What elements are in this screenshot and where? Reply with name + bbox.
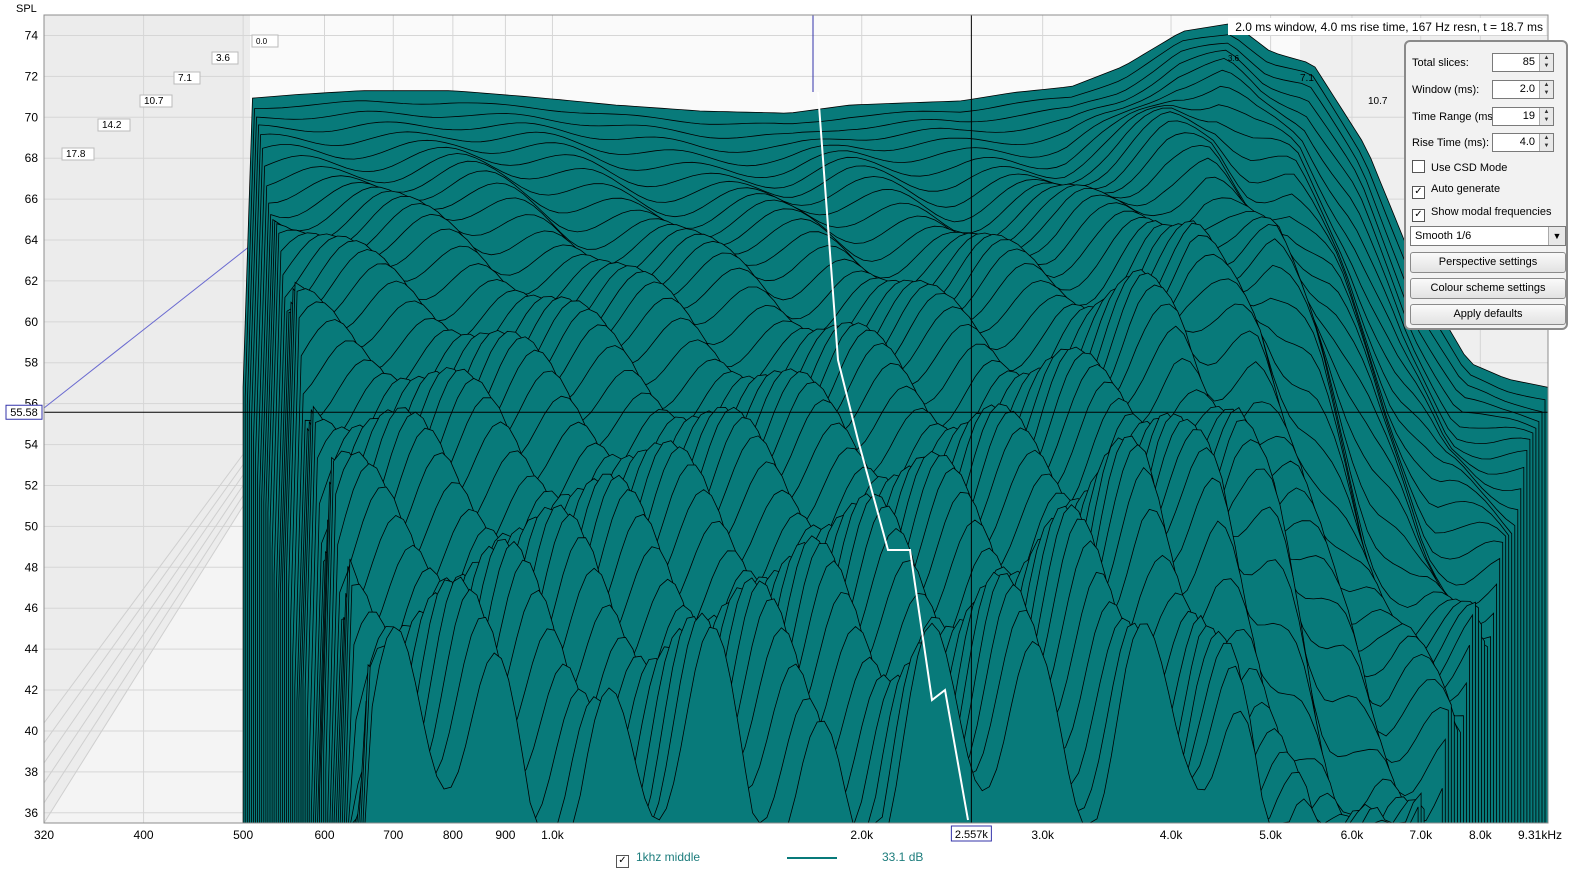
x-tick-label: 6.0k [1341, 828, 1365, 842]
x-tick-label: 400 [134, 828, 154, 842]
x-tick-label: 500 [233, 828, 253, 842]
time-label-left: 17.8 [66, 149, 86, 160]
smoothing-value: Smooth 1/6 [1415, 230, 1472, 242]
x-tick-label: 600 [314, 828, 334, 842]
time-label-left: 0.0 [256, 37, 268, 46]
show-modal-checkbox[interactable]: ✓ Show modal frequencies [1412, 206, 1551, 222]
x-tick-label: 5.0k [1259, 828, 1283, 842]
legend-checkbox[interactable]: ✓ [616, 850, 629, 868]
legend-line-swatch [787, 857, 837, 859]
y-tick-label: 66 [25, 192, 39, 206]
x-tick-label: 1.0k [541, 828, 565, 842]
decay-slices [242, 23, 1549, 824]
perspective-settings-button[interactable]: Perspective settings [1410, 252, 1566, 273]
total-slices-label: Total slices: [1412, 57, 1469, 69]
time-label-right: 3.6 [1228, 54, 1240, 63]
x-tick-label: 900 [495, 828, 515, 842]
y-tick-label: 40 [25, 724, 39, 738]
checkmark-icon[interactable]: ✓ [1412, 186, 1425, 199]
total-slices-stepper[interactable]: 85 ▲ ▼ [1492, 53, 1554, 72]
x-tick-label: 7.0k [1409, 828, 1433, 842]
freq-cursor-label: 2.557k [955, 829, 989, 841]
y-tick-label: 60 [25, 315, 39, 329]
y-tick-label: 54 [25, 438, 39, 452]
y-tick-label: 36 [25, 806, 39, 820]
x-tick-label: 4.0k [1160, 828, 1184, 842]
y-tick-label: 48 [25, 560, 39, 574]
checkmark-icon[interactable]: ✓ [1412, 209, 1425, 222]
time-label-left: 10.7 [144, 96, 164, 107]
waterfall-chart[interactable]: 7472706866646260585654525048464442403836… [0, 0, 1592, 886]
header-text: 2.0 ms window, 4.0 ms rise time, 167 Hz … [1235, 20, 1543, 34]
auto-generate-checkbox[interactable]: ✓ Auto generate [1412, 183, 1500, 199]
y-tick-label: 44 [25, 642, 39, 656]
smoothing-select[interactable]: Smooth 1/6 ▼ [1410, 226, 1566, 246]
spin-arrows-icon[interactable]: ▲ ▼ [1539, 134, 1553, 151]
time-label-left: 3.6 [216, 53, 230, 64]
control-panel: Total slices: 85 ▲ ▼ Window (ms): 2.0 ▲ ▼ … [1404, 40, 1568, 330]
y-tick-label: 68 [25, 151, 39, 165]
window-stepper[interactable]: 2.0 ▲ ▼ [1492, 80, 1554, 99]
chevron-down-icon[interactable]: ▼ [1548, 227, 1565, 245]
rise-time-stepper[interactable]: 4.0 ▲ ▼ [1492, 133, 1554, 152]
y-tick-label: 74 [25, 28, 39, 42]
y-tick-label: 58 [25, 356, 39, 370]
x-tick-label: 800 [443, 828, 463, 842]
rise-time-label: Rise Time (ms): [1412, 137, 1489, 149]
window-value: 2.0 [1519, 83, 1535, 95]
time-range-stepper[interactable]: 19 ▲ ▼ [1492, 107, 1554, 126]
time-label-left: 14.2 [102, 120, 122, 131]
x-tick-label: 8.0k [1469, 828, 1493, 842]
legend-series-name: 1khz middle [636, 850, 701, 864]
spin-arrows-icon[interactable]: ▲ ▼ [1539, 81, 1553, 98]
y-tick-label: 38 [25, 765, 39, 779]
time-label-right: 7.1 [1300, 73, 1314, 84]
x-tick-label: 700 [383, 828, 403, 842]
time-label-left: 7.1 [178, 73, 192, 84]
spin-arrows-icon[interactable]: ▲ ▼ [1539, 54, 1553, 71]
y-tick-label: 72 [25, 69, 39, 83]
y-tick-label: 62 [25, 274, 39, 288]
y-tick-label: 52 [25, 478, 39, 492]
csd-mode-checkbox[interactable]: Use CSD Mode [1412, 160, 1507, 174]
window-label: Window (ms): [1412, 84, 1480, 96]
y-tick-label: 70 [25, 110, 39, 124]
total-slices-value: 85 [1522, 56, 1535, 68]
y-tick-label: 64 [25, 233, 39, 247]
time-label-right: 10.7 [1368, 96, 1388, 107]
time-range-label: Time Range (ms): [1412, 111, 1500, 123]
x-tick-label: 2.0k [850, 828, 874, 842]
x-tick-label: 320 [34, 828, 54, 842]
rise-time-value: 4.0 [1519, 136, 1535, 148]
y-tick-label: 46 [25, 601, 39, 615]
y-tick-label: 50 [25, 519, 39, 533]
legend-value: 33.1 dB [882, 850, 924, 864]
spin-arrows-icon[interactable]: ▲ ▼ [1539, 108, 1553, 125]
y-axis-title: SPL [16, 3, 37, 15]
spl-cursor-label: 55.58 [10, 407, 38, 419]
x-tick-label: 3.0k [1031, 828, 1055, 842]
time-range-value: 19 [1522, 110, 1535, 122]
x-tick-label: 9.31kHz [1518, 828, 1562, 842]
y-tick-label: 42 [25, 683, 39, 697]
checkbox-unchecked-icon[interactable] [1412, 160, 1425, 173]
apply-defaults-button[interactable]: Apply defaults [1410, 304, 1566, 325]
colour-scheme-button[interactable]: Colour scheme settings [1410, 278, 1566, 299]
checkmark-icon[interactable]: ✓ [616, 855, 629, 868]
